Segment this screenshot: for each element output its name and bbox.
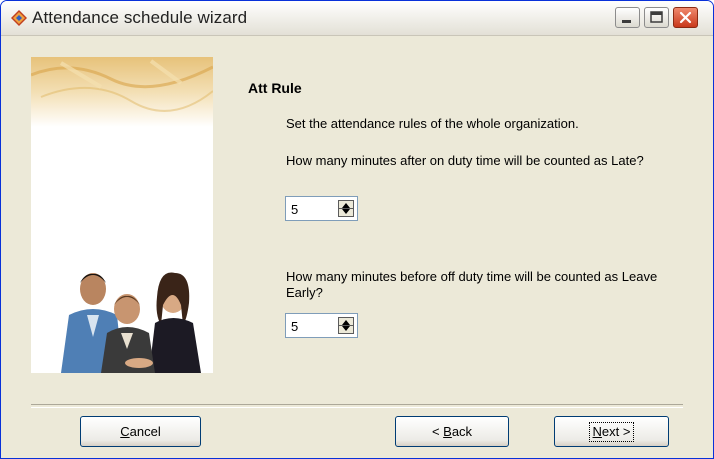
late-minutes-value[interactable]: 5 xyxy=(291,202,298,217)
back-prefix: < xyxy=(431,424,444,439)
leave-early-question-label: How many minutes before off duty time wi… xyxy=(286,269,658,300)
close-button[interactable] xyxy=(673,7,698,28)
leave-early-minutes-value[interactable]: 5 xyxy=(291,319,298,334)
back-button[interactable]: < Back xyxy=(395,416,509,447)
arrow-down-icon[interactable] xyxy=(342,209,350,214)
wizard-side-image xyxy=(31,57,213,373)
late-minutes-stepper[interactable]: 5 xyxy=(285,196,358,221)
wizard-app-icon xyxy=(11,10,27,26)
cancel-button[interactable]: Cancel xyxy=(80,416,201,447)
minimize-icon xyxy=(622,20,631,23)
next-focus-rect: Next > xyxy=(588,422,635,442)
window-title: Attendance schedule wizard xyxy=(32,8,248,27)
cancel-label: ancel xyxy=(129,424,161,439)
footer-separator xyxy=(31,404,683,408)
people-illustration xyxy=(31,57,213,373)
cancel-mnemonic: C xyxy=(120,424,130,439)
back-mnemonic: B xyxy=(443,424,452,439)
leave-early-minutes-spin-buttons[interactable] xyxy=(338,317,354,334)
maximize-button[interactable] xyxy=(644,7,669,28)
arrow-down-icon[interactable] xyxy=(342,326,350,331)
step-description: Set the attendance rules of the whole or… xyxy=(286,116,579,131)
step-heading: Att Rule xyxy=(248,80,302,96)
wizard-window: Attendance schedule wizard Att Rule Set … xyxy=(0,0,714,459)
back-label: ack xyxy=(451,424,473,439)
late-question-label: How many minutes after on duty time will… xyxy=(286,153,644,168)
next-label: ext > xyxy=(601,424,631,439)
next-button[interactable]: Next > xyxy=(554,416,669,447)
next-mnemonic: N xyxy=(592,424,602,439)
close-icon xyxy=(679,11,692,24)
late-minutes-spin-buttons[interactable] xyxy=(338,200,354,217)
title-bar[interactable]: Attendance schedule wizard xyxy=(1,1,713,36)
minimize-button[interactable] xyxy=(615,7,640,28)
leave-early-minutes-stepper[interactable]: 5 xyxy=(285,313,358,338)
maximize-icon xyxy=(650,11,663,23)
